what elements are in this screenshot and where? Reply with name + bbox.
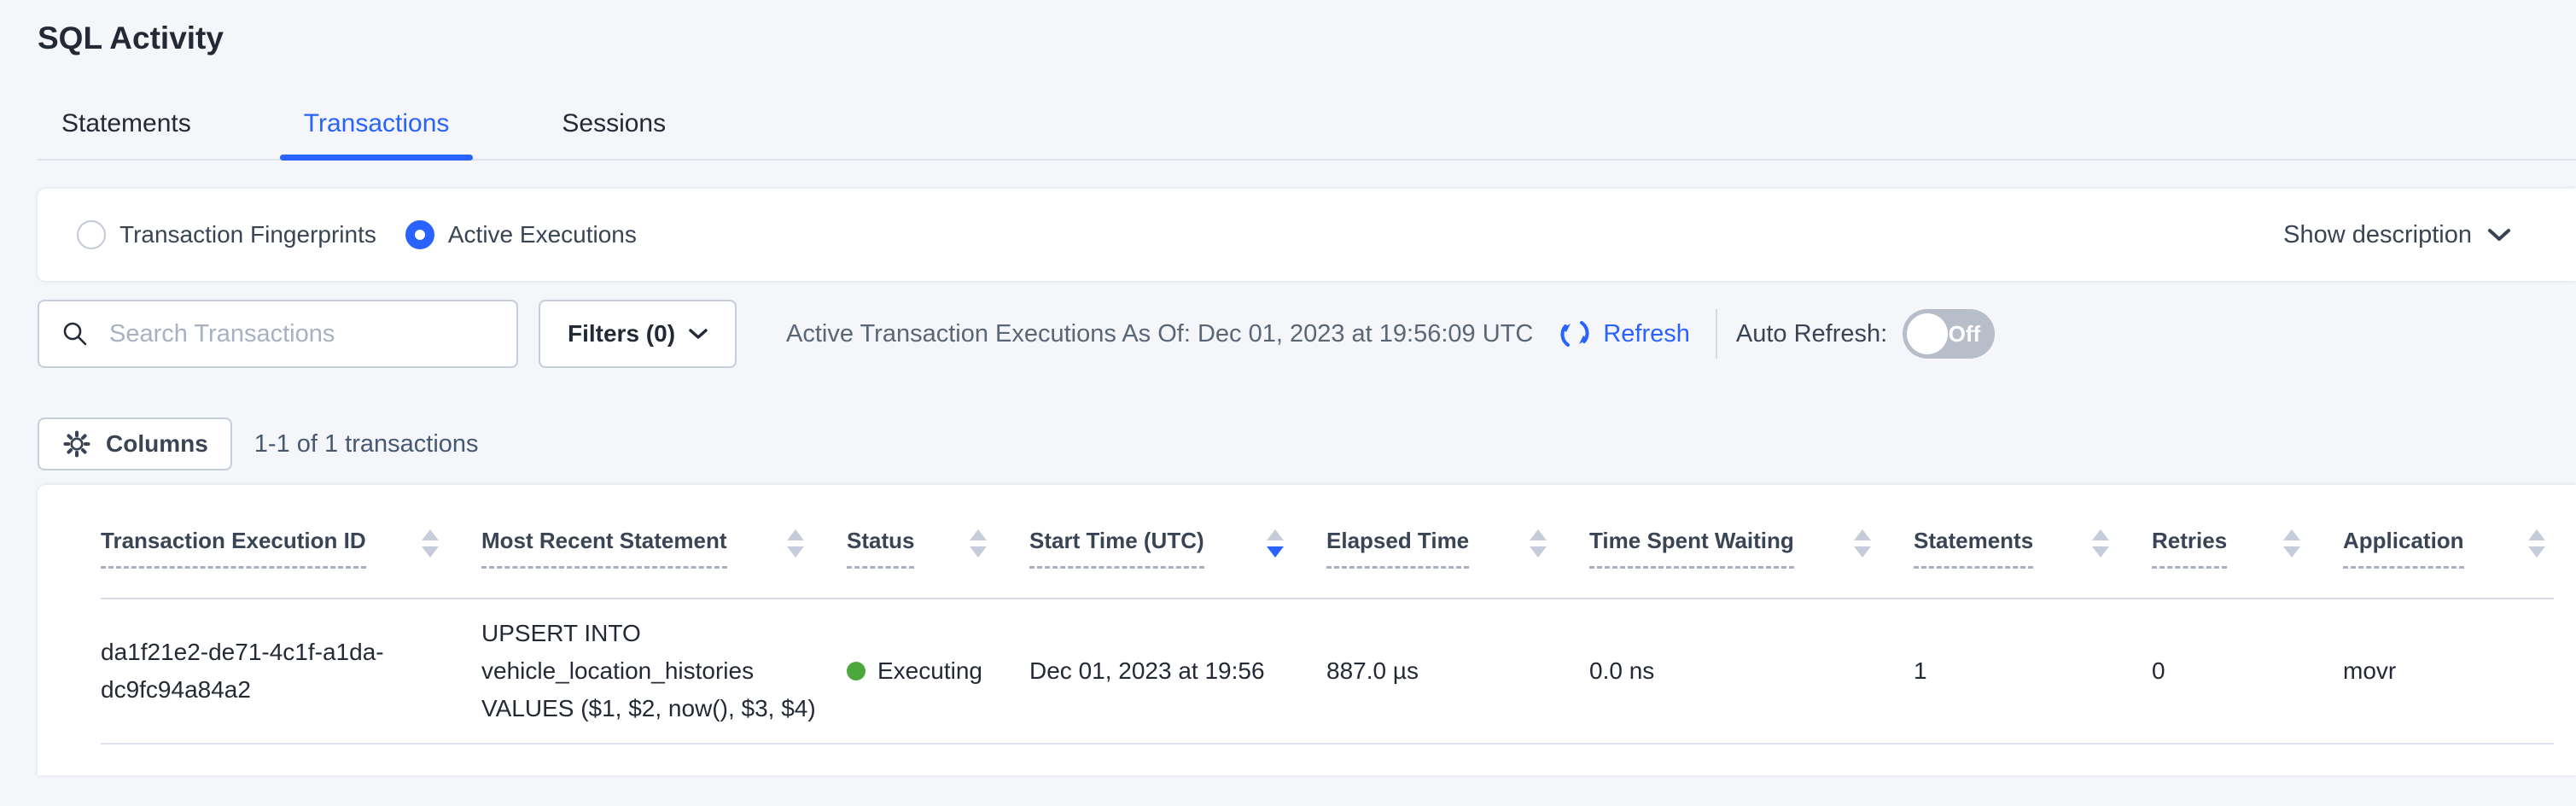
cell-execution-id: da1f21e2-de71-4c1f-a1da-dc9fc94a84a2 <box>101 599 481 744</box>
transactions-table-card: Transaction Execution ID Most Recent Sta… <box>38 485 2576 775</box>
table-header-row: Transaction Execution ID Most Recent Sta… <box>101 485 2554 599</box>
sort-arrows-icon[interactable] <box>1530 529 1547 558</box>
cell-start-time: Dec 01, 2023 at 19:56 <box>1029 599 1326 744</box>
col-header-transaction-execution-id[interactable]: Transaction Execution ID <box>101 485 481 599</box>
tab-transactions[interactable]: Transactions <box>280 109 474 159</box>
col-header-time-spent-waiting[interactable]: Time Spent Waiting <box>1589 485 1914 599</box>
status-label: Executing <box>877 652 982 690</box>
show-description-label: Show description <box>2283 221 2472 249</box>
tab-sessions[interactable]: Sessions <box>538 109 690 159</box>
radio-unselected-icon[interactable] <box>77 220 106 249</box>
sort-arrows-icon[interactable] <box>2283 529 2300 558</box>
col-header-most-recent-statement[interactable]: Most Recent Statement <box>481 485 847 599</box>
col-header-status[interactable]: Status <box>847 485 1029 599</box>
radio-label: Active Executions <box>448 221 637 248</box>
radio-active-executions[interactable]: Active Executions <box>405 220 637 249</box>
sort-arrows-icon[interactable] <box>422 529 439 558</box>
cell-statements: 1 <box>1914 599 2152 744</box>
col-header-statements[interactable]: Statements <box>1914 485 2152 599</box>
search-icon <box>61 320 89 348</box>
as-of-timestamp: Active Transaction Executions As Of: Dec… <box>786 320 1533 348</box>
search-box <box>38 300 518 368</box>
sort-arrows-icon[interactable] <box>2528 529 2545 558</box>
auto-refresh-label: Auto Refresh: <box>1736 320 1887 348</box>
tab-statements[interactable]: Statements <box>38 109 215 159</box>
status-executing-dot-icon <box>847 662 865 680</box>
sort-arrows-icon[interactable] <box>787 529 804 558</box>
view-options-bar: Transaction Fingerprints Active Executio… <box>38 189 2576 281</box>
col-header-retries[interactable]: Retries <box>2152 485 2343 599</box>
sort-arrows-icon[interactable] <box>970 529 987 558</box>
cell-retries: 0 <box>2152 599 2343 744</box>
controls-row: Filters (0) Active Transaction Execution… <box>38 300 2576 368</box>
auto-refresh-control: Auto Refresh: Off <box>1736 309 1995 359</box>
refresh-button[interactable]: Refresh <box>1557 316 1690 352</box>
col-header-elapsed-time[interactable]: Elapsed Time <box>1326 485 1589 599</box>
refresh-label: Refresh <box>1603 320 1690 348</box>
refresh-icon <box>1557 316 1593 352</box>
sort-arrows-icon[interactable] <box>1267 529 1284 558</box>
tab-bar: Statements Transactions Sessions <box>38 109 2576 161</box>
chevron-down-icon <box>2487 227 2511 242</box>
cell-time-spent-waiting: 0.0 ns <box>1589 599 1914 744</box>
view-mode-radio-group: Transaction Fingerprints Active Executio… <box>77 220 637 249</box>
page-title: SQL Activity <box>38 20 2576 56</box>
radio-selected-icon[interactable] <box>405 220 434 249</box>
table-row: da1f21e2-de71-4c1f-a1da-dc9fc94a84a2 UPS… <box>101 599 2554 744</box>
cell-most-recent-statement[interactable]: UPSERT INTO vehicle_location_histories V… <box>481 599 847 744</box>
vertical-divider <box>1716 309 1717 359</box>
cell-application: movr <box>2343 599 2554 744</box>
chevron-down-icon <box>689 328 708 340</box>
results-count: 1-1 of 1 transactions <box>254 430 479 458</box>
col-header-application[interactable]: Application <box>2343 485 2554 599</box>
search-input[interactable] <box>108 319 504 349</box>
gear-icon <box>61 429 92 459</box>
filters-button[interactable]: Filters (0) <box>539 300 737 368</box>
sort-arrows-icon[interactable] <box>2092 529 2109 558</box>
radio-label: Transaction Fingerprints <box>119 221 376 248</box>
columns-button-label: Columns <box>106 430 208 458</box>
col-header-start-time[interactable]: Start Time (UTC) <box>1029 485 1326 599</box>
columns-button[interactable]: Columns <box>38 418 232 470</box>
auto-refresh-toggle[interactable]: Off <box>1903 309 1995 359</box>
cell-elapsed-time: 887.0 µs <box>1326 599 1589 744</box>
toggle-state-label: Off <box>1949 321 1981 348</box>
filters-button-label: Filters (0) <box>568 320 675 348</box>
transactions-table: Transaction Execution ID Most Recent Sta… <box>101 485 2554 745</box>
toggle-knob <box>1907 313 1948 354</box>
table-toolbar: Columns 1-1 of 1 transactions <box>38 418 2576 470</box>
show-description-toggle[interactable]: Show description <box>2283 221 2511 249</box>
sort-arrows-icon[interactable] <box>1854 529 1871 558</box>
radio-transaction-fingerprints[interactable]: Transaction Fingerprints <box>77 220 376 249</box>
cell-status: Executing <box>847 599 1029 744</box>
